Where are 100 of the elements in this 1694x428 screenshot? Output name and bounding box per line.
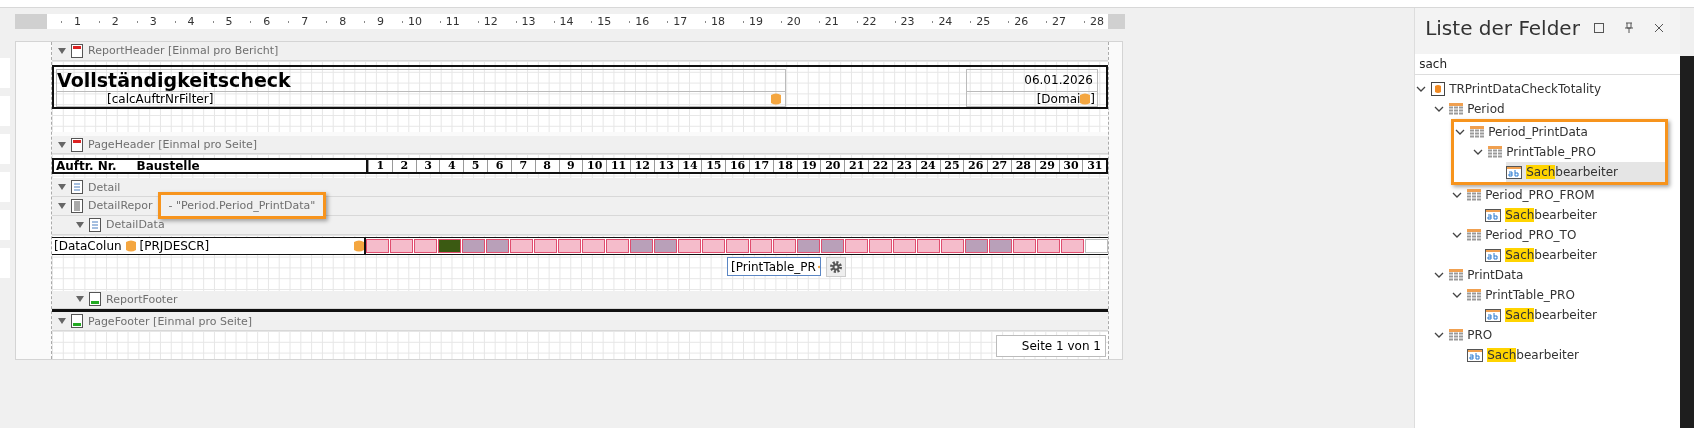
day-cell[interactable] (653, 238, 677, 253)
band-caption: DetailData (106, 218, 165, 232)
day-header: 10 (582, 160, 607, 173)
day-header: 29 (1034, 160, 1059, 173)
detail-band-icon (89, 217, 101, 232)
tree-item[interactable]: Sachbearbeiter (1485, 245, 1680, 265)
day-header: 4 (439, 160, 464, 173)
tree-item[interactable]: Period_PrintData (1470, 122, 1665, 142)
tree-item[interactable]: PrintData (1449, 265, 1680, 285)
day-header: 23 (891, 160, 916, 173)
day-header: 25 (939, 160, 964, 173)
day-cell[interactable] (869, 238, 893, 253)
table-icon (1449, 103, 1464, 115)
collapse-triangle-icon[interactable] (58, 46, 66, 55)
day-header: 18 (772, 160, 797, 173)
day-cell[interactable] (581, 238, 605, 253)
tree-item[interactable]: Sachbearbeiter (1485, 205, 1680, 225)
data-field[interactable]: [PRJDESCR] (139, 238, 210, 253)
selected-field[interactable]: [PrintTable_PR (727, 257, 821, 277)
day-cell[interactable] (677, 238, 701, 253)
band-caption: ReportFooter (106, 292, 178, 306)
day-cell[interactable] (989, 238, 1013, 253)
day-cell[interactable] (1061, 238, 1085, 253)
day-cell[interactable] (965, 238, 989, 253)
tree-item[interactable]: Period (1449, 99, 1680, 119)
table-icon (1488, 146, 1503, 158)
day-cell[interactable] (1085, 238, 1109, 253)
date-field[interactable]: 06.01.2026 (966, 68, 1098, 91)
collapse-triangle-icon[interactable] (58, 140, 66, 149)
table-icon (1449, 329, 1464, 341)
day-header: 19 (796, 160, 821, 173)
day-cell[interactable] (845, 238, 869, 253)
tree-item[interactable]: PrintTable_PRO (1467, 285, 1680, 305)
day-cell[interactable] (509, 238, 533, 253)
day-cell[interactable] (533, 238, 557, 253)
day-cell[interactable] (773, 238, 797, 253)
day-header: 15 (701, 160, 726, 173)
day-cell[interactable] (413, 238, 437, 253)
day-cell[interactable] (701, 238, 725, 253)
day-header: 3 (415, 160, 440, 173)
band-caption: Detail (88, 180, 121, 194)
detail-report-icon (71, 199, 83, 213)
page-number: Seite 1 von 1 (996, 335, 1106, 357)
header-band-icon (71, 43, 83, 58)
collapse-triangle-icon[interactable] (76, 220, 84, 229)
tree-item[interactable]: Sachbearbeiter (1485, 305, 1680, 325)
day-header: 21 (844, 160, 869, 173)
day-header: 2 (391, 160, 416, 173)
day-header: 1 (368, 160, 392, 173)
day-cell[interactable] (605, 238, 629, 253)
collapse-triangle-icon[interactable] (76, 295, 84, 304)
tree-item[interactable]: PrintTable_PRO (1488, 142, 1665, 162)
day-cell[interactable] (629, 238, 653, 253)
day-cell[interactable] (485, 238, 509, 253)
horizontal-ruler: 1 2 3 4 5 6 7 8 9 10 11 12 13 14 15 16 17 18 19 20 21 22 23 24 25 26 27 28 (15, 14, 1125, 29)
domain-field[interactable]: [Domai ] (966, 90, 1098, 107)
text-field-icon (1506, 165, 1523, 179)
day-header: 22 (868, 160, 892, 173)
day-cell[interactable] (461, 238, 485, 253)
day-cell[interactable] (1013, 238, 1037, 253)
day-cell[interactable] (893, 238, 917, 253)
settings-icon[interactable] (826, 256, 846, 277)
band-caption: DetailRepor (88, 199, 153, 213)
tree-item[interactable]: Period_PRO_TO (1467, 225, 1680, 245)
day-cell[interactable] (366, 238, 389, 253)
day-header: 31 (1082, 160, 1107, 173)
day-cell[interactable] (1037, 238, 1061, 253)
day-cell[interactable] (437, 238, 461, 253)
day-cell[interactable] (917, 238, 941, 253)
text-field-icon (1485, 208, 1502, 222)
day-cell[interactable] (725, 238, 749, 253)
text-field-icon (1467, 348, 1484, 362)
text-field-icon (1485, 308, 1502, 322)
data-field[interactable]: [DataColun (54, 238, 122, 253)
day-header: 20 (820, 160, 845, 173)
day-header: 8 (534, 160, 559, 173)
tree-item[interactable]: Period_PRO_FROM (1467, 185, 1680, 205)
day-cell[interactable] (557, 238, 581, 253)
band-caption: ReportHeader [Einmal pro Bericht] (88, 44, 279, 58)
tree-item[interactable]: Sachbearbeiter (1467, 345, 1680, 365)
band-caption: PageFooter [Einmal pro Seite] (88, 314, 253, 328)
collapse-triangle-icon[interactable] (58, 317, 66, 326)
day-cell[interactable] (797, 238, 821, 253)
report-title[interactable]: Vollständigkeitscheck (56, 68, 786, 91)
day-cell[interactable] (749, 238, 773, 253)
day-header: 12 (629, 160, 654, 173)
filter-field[interactable]: [calcAuftrNrFilter] (56, 90, 786, 107)
tree-item[interactable]: Sachbearbeiter (1506, 162, 1665, 182)
day-cell[interactable] (941, 238, 965, 253)
day-cell[interactable] (389, 238, 413, 253)
table-icon (1449, 269, 1464, 281)
tree-item[interactable]: PRO (1449, 325, 1680, 345)
panel-title: Liste der Felder (1425, 16, 1580, 40)
day-header: 17 (749, 160, 773, 173)
collapse-triangle-icon[interactable] (58, 202, 66, 210)
day-cell[interactable] (821, 238, 845, 253)
text-field-icon (1485, 248, 1502, 262)
collapse-triangle-icon[interactable] (58, 183, 66, 192)
day-header: 26 (963, 160, 988, 173)
tree-item[interactable]: TRPrintDataCheckTotality (1431, 79, 1680, 99)
